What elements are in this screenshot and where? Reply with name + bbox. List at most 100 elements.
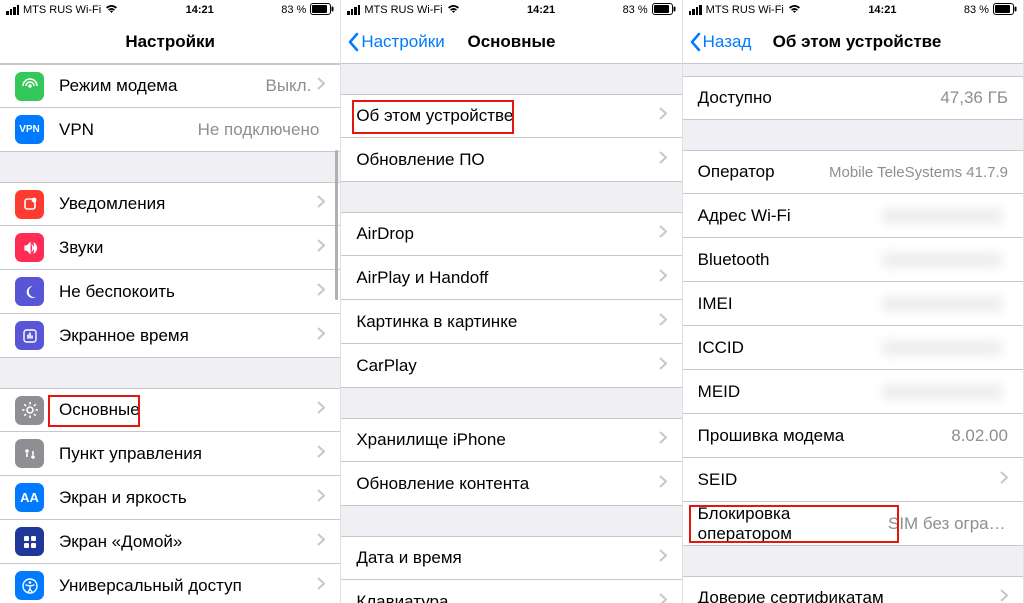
row-cert-trust[interactable]: Доверие сертификатам <box>683 576 1023 603</box>
chevron-right-icon <box>659 225 667 243</box>
row-label: Доступно <box>698 88 941 108</box>
battery-icon <box>652 3 676 18</box>
row-carrier: Оператор Mobile TeleSystems 41.7.9 <box>683 150 1023 194</box>
dnd-icon <box>15 277 44 306</box>
row-label: ICCID <box>698 338 882 358</box>
screentime-icon <box>15 321 44 350</box>
time-label: 14:21 <box>527 4 555 16</box>
back-label: Назад <box>703 32 752 52</box>
row-control-center[interactable]: Пункт управления <box>0 432 340 476</box>
row-accessibility[interactable]: Универсальный доступ <box>0 564 340 603</box>
wifi-icon <box>447 4 460 17</box>
chevron-right-icon <box>317 283 325 301</box>
row-sounds[interactable]: Звуки <box>0 226 340 270</box>
row-label: Доверие сертификатам <box>698 588 1000 603</box>
row-screentime[interactable]: Экранное время <box>0 314 340 358</box>
row-value: Не подключено <box>198 120 320 140</box>
row-pip[interactable]: Картинка в картинке <box>341 300 681 344</box>
page-title: Настройки <box>0 32 340 52</box>
row-label: VPN <box>59 120 198 140</box>
scrollbar[interactable] <box>335 150 338 300</box>
chevron-right-icon <box>1000 471 1008 489</box>
back-button[interactable]: Назад <box>683 32 752 52</box>
chevron-right-icon <box>659 313 667 331</box>
page-title: Об этом устройстве <box>773 32 942 52</box>
row-about[interactable]: Об этом устройстве <box>341 94 681 138</box>
row-label: Экранное время <box>59 326 317 346</box>
row-label: SEID <box>698 470 1000 490</box>
row-label: Не беспокоить <box>59 282 317 302</box>
row-label: Обновление ПО <box>356 150 658 170</box>
row-label: AirDrop <box>356 224 658 244</box>
time-label: 14:21 <box>186 4 214 16</box>
chevron-right-icon <box>317 239 325 257</box>
back-button[interactable]: Настройки <box>341 32 444 52</box>
row-label: Оператор <box>698 162 829 182</box>
battery-icon <box>310 3 334 18</box>
row-display[interactable]: AA Экран и яркость <box>0 476 340 520</box>
control-center-icon <box>15 439 44 468</box>
row-value: SIM без ограни... <box>888 514 1008 534</box>
nav-bar: Настройки Основные <box>341 20 681 64</box>
row-general[interactable]: Основные <box>0 388 340 432</box>
row-meid: MEID <box>683 370 1023 414</box>
row-label: Об этом устройстве <box>356 106 658 126</box>
row-label: Уведомления <box>59 194 317 214</box>
chevron-left-icon <box>689 32 701 52</box>
chevron-right-icon <box>1000 589 1008 603</box>
row-label: Пункт управления <box>59 444 317 464</box>
battery-label: 83 % <box>281 4 306 16</box>
row-label: Универсальный доступ <box>59 576 317 596</box>
status-bar: MTS RUS Wi-Fi 14:21 83 % <box>341 0 681 20</box>
gear-icon <box>15 396 44 425</box>
chevron-right-icon <box>317 195 325 213</box>
row-label: Экран «Домой» <box>59 532 317 552</box>
carrier-label: MTS RUS Wi-Fi <box>706 4 784 16</box>
row-airdrop[interactable]: AirDrop <box>341 212 681 256</box>
row-notifications[interactable]: Уведомления <box>0 182 340 226</box>
row-airplay[interactable]: AirPlay и Handoff <box>341 256 681 300</box>
row-vpn[interactable]: VPN VPN Не подключено <box>0 108 340 152</box>
row-wifi-addr: Адрес Wi-Fi <box>683 194 1023 238</box>
chevron-right-icon <box>317 489 325 507</box>
row-hotspot[interactable]: Режим модема Выкл. <box>0 64 340 108</box>
row-carplay[interactable]: CarPlay <box>341 344 681 388</box>
accessibility-icon <box>15 571 44 600</box>
battery-label: 83 % <box>964 4 989 16</box>
signal-icon <box>347 5 360 15</box>
chevron-right-icon <box>659 151 667 169</box>
row-bluetooth: Bluetooth <box>683 238 1023 282</box>
status-bar: MTS RUS Wi-Fi 14:21 83 % <box>0 0 340 20</box>
row-imei: IMEI <box>683 282 1023 326</box>
row-dnd[interactable]: Не беспокоить <box>0 270 340 314</box>
carrier-label: MTS RUS Wi-Fi <box>364 4 442 16</box>
nav-bar: Настройки <box>0 20 340 64</box>
row-label: Экран и яркость <box>59 488 317 508</box>
row-seid[interactable]: SEID <box>683 458 1023 502</box>
row-available: Доступно 47,36 ГБ <box>683 76 1023 120</box>
row-keyboard[interactable]: Клавиатура <box>341 580 681 603</box>
row-storage[interactable]: Хранилище iPhone <box>341 418 681 462</box>
chevron-right-icon <box>659 593 667 603</box>
row-date[interactable]: Дата и время <box>341 536 681 580</box>
nav-bar: Назад Об этом устройстве <box>683 20 1023 64</box>
row-label: Прошивка модема <box>698 426 952 446</box>
row-home[interactable]: Экран «Домой» <box>0 520 340 564</box>
row-label: Картинка в картинке <box>356 312 658 332</box>
row-label: Дата и время <box>356 548 658 568</box>
row-content[interactable]: Обновление контента <box>341 462 681 506</box>
row-value: 8.02.00 <box>951 426 1008 446</box>
chevron-right-icon <box>659 107 667 125</box>
row-modem-firmware: Прошивка модема 8.02.00 <box>683 414 1023 458</box>
row-label: CarPlay <box>356 356 658 376</box>
signal-icon <box>6 5 19 15</box>
row-update[interactable]: Обновление ПО <box>341 138 681 182</box>
screen-general: MTS RUS Wi-Fi 14:21 83 % Настройки Основ… <box>341 0 682 603</box>
row-label: Клавиатура <box>356 592 658 603</box>
carrier-label: MTS RUS Wi-Fi <box>23 4 101 16</box>
row-label: Bluetooth <box>698 250 882 270</box>
notifications-icon <box>15 190 44 219</box>
chevron-right-icon <box>317 327 325 345</box>
row-value-blurred <box>882 252 1002 268</box>
chevron-right-icon <box>317 445 325 463</box>
